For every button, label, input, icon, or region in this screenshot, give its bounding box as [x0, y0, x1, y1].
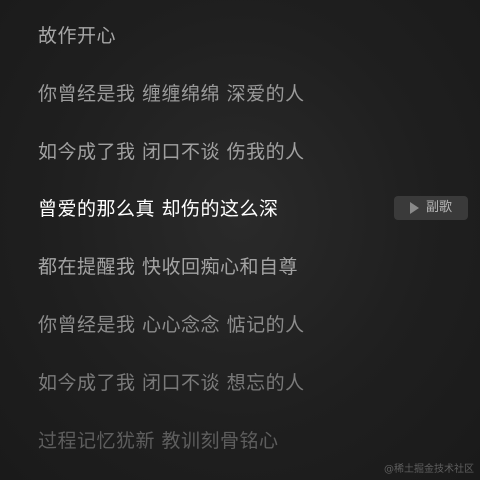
lyric-line[interactable]: 过程记忆犹新 教训刻骨铭心 — [38, 429, 279, 453]
lyrics-view[interactable]: 故作开心 你曾经是我 缠缠绵绵 深爱的人 如今成了我 闭口不谈 伤我的人 曾爱的… — [0, 0, 480, 480]
play-chorus-button[interactable]: 副歌 — [394, 196, 468, 220]
lyric-line[interactable]: 如今成了我 闭口不谈 想忘的人 — [38, 371, 305, 395]
play-icon — [409, 202, 419, 214]
lyric-line[interactable]: 你曾经是我 缠缠绵绵 深爱的人 — [38, 82, 305, 106]
chorus-button-label: 副歌 — [425, 200, 452, 215]
lyric-line[interactable]: 故作开心 — [38, 24, 116, 48]
lyric-line[interactable]: 如今成了我 闭口不谈 伤我的人 — [38, 140, 305, 164]
watermark: @稀土掘金技术社区 — [384, 464, 474, 475]
lyric-line[interactable]: 都在提醒我 快收回痴心和自尊 — [38, 255, 298, 279]
lyric-line-active[interactable]: 曾爱的那么真 却伤的这么深 — [38, 197, 279, 221]
lyric-line[interactable]: 你曾经是我 心心念念 惦记的人 — [38, 313, 305, 337]
